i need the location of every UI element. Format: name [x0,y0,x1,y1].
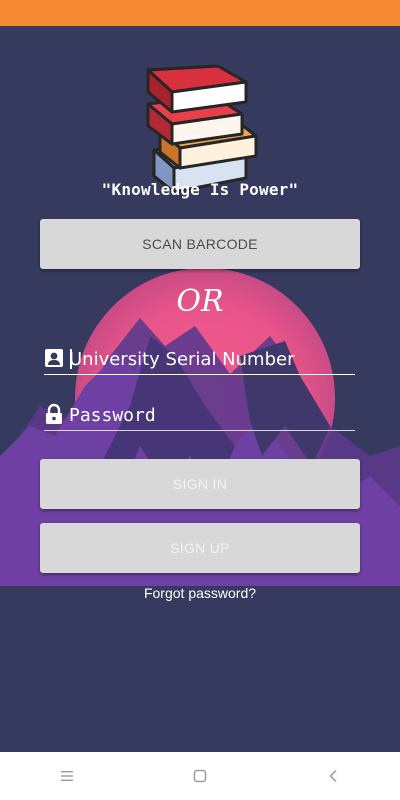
sign-up-button[interactable]: SIGN UP [40,523,360,573]
status-bar [0,0,400,26]
or-divider-text: OR [176,284,224,319]
tagline: "Knowledge Is Power" [101,180,299,199]
stacked-books-icon [146,64,258,194]
lock-icon [46,403,62,424]
contact-card-icon [45,349,63,367]
nav-menu-button[interactable] [47,756,87,796]
scan-barcode-button[interactable]: SCAN BARCODE [40,219,360,269]
nav-back-button[interactable] [313,756,353,796]
nav-home-button[interactable] [180,756,220,796]
square-home-icon [193,769,207,783]
password-input[interactable] [69,402,354,428]
sign-in-button[interactable]: SIGN IN [40,459,360,509]
serial-number-input[interactable] [69,346,354,372]
password-field[interactable] [44,400,355,431]
forgot-password-link[interactable]: Forgot password? [0,585,400,601]
menu-icon [60,771,73,781]
serial-number-field[interactable] [44,344,355,375]
system-navigation-bar [0,752,400,800]
back-chevron-icon [329,769,337,783]
login-screen: "Knowledge Is Power" SCAN BARCODE OR SIG… [0,26,400,752]
